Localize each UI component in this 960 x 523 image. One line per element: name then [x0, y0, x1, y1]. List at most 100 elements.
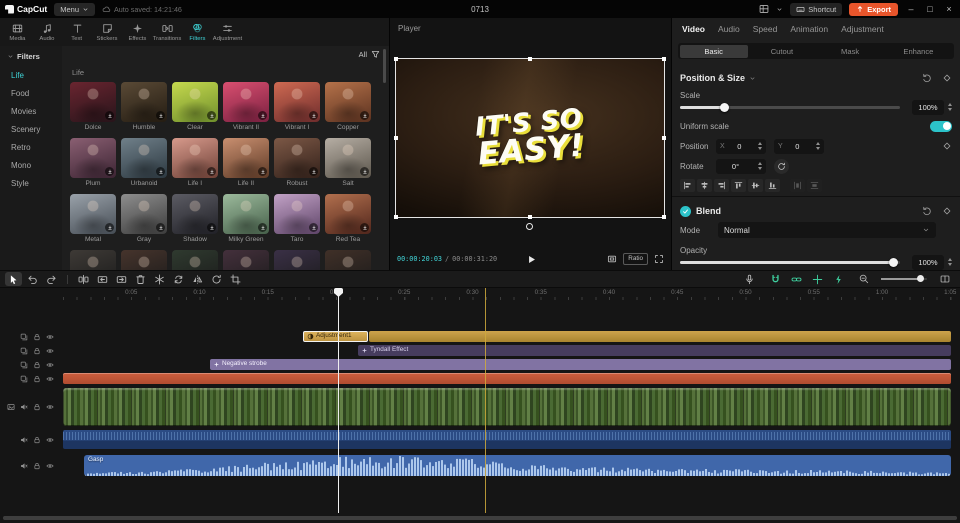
- menu-button[interactable]: Menu: [54, 3, 95, 16]
- rotate-handle[interactable]: [526, 223, 533, 230]
- position-x-input[interactable]: X 0: [716, 139, 766, 154]
- link-toggle[interactable]: [789, 273, 803, 285]
- track-6-eye-icon[interactable]: [46, 436, 54, 444]
- timeline-marker[interactable]: [485, 288, 486, 513]
- track-5-lock-icon[interactable]: [33, 403, 41, 411]
- download-icon[interactable]: [156, 111, 165, 120]
- track-2-layers-icon[interactable]: [20, 347, 28, 355]
- subtab-enhance[interactable]: Enhance: [884, 45, 952, 58]
- download-icon[interactable]: [207, 223, 216, 232]
- filter-thumb[interactable]: [70, 194, 116, 234]
- filter-thumb[interactable]: [274, 194, 320, 234]
- track-1-layers-icon[interactable]: [20, 333, 28, 341]
- filter-thumb[interactable]: [172, 194, 218, 234]
- blend-keyframe-icon[interactable]: [942, 206, 952, 216]
- position-keyframe-icon[interactable]: [942, 141, 952, 151]
- tab-text[interactable]: Text: [62, 23, 92, 42]
- track-5-cover-icon[interactable]: [7, 403, 15, 411]
- filter-thumb[interactable]: [70, 250, 116, 270]
- download-icon[interactable]: [309, 111, 318, 120]
- distribute-h-button[interactable]: [790, 179, 805, 192]
- clip-effect-tyndall[interactable]: Tyndall Effect: [358, 345, 951, 356]
- ratio-button[interactable]: Ratio: [623, 253, 648, 264]
- align-center-v-button[interactable]: [748, 179, 763, 192]
- tab-transitions[interactable]: Transitions: [152, 23, 182, 42]
- track-3-layers-icon[interactable]: [20, 361, 28, 369]
- media-scrollbar[interactable]: [383, 49, 386, 83]
- tab-filters[interactable]: Filters: [182, 23, 212, 42]
- delete-right-tool[interactable]: [113, 272, 130, 286]
- zoom-out-button[interactable]: [855, 272, 872, 286]
- selection-handle[interactable]: [394, 215, 398, 219]
- filter-thumb[interactable]: [121, 194, 167, 234]
- filter-thumb[interactable]: [121, 138, 167, 178]
- filter-thumb[interactable]: [172, 250, 218, 270]
- download-icon[interactable]: [105, 111, 114, 120]
- blend-checkbox[interactable]: [680, 206, 691, 217]
- filter-thumb[interactable]: [274, 138, 320, 178]
- track-7-mute-icon[interactable]: [20, 462, 28, 470]
- filter-thumb[interactable]: [223, 82, 269, 122]
- reverse-tool[interactable]: [170, 272, 187, 286]
- delete-left-tool[interactable]: [94, 272, 111, 286]
- preview-scale-icon[interactable]: [607, 254, 617, 264]
- track-7-eye-icon[interactable]: [46, 462, 54, 470]
- layout-caret-icon[interactable]: [776, 6, 783, 13]
- align-bottom-button[interactable]: [765, 179, 780, 192]
- download-icon[interactable]: [105, 167, 114, 176]
- tab-adjustment[interactable]: Adjustment: [212, 23, 242, 42]
- fullscreen-icon[interactable]: [654, 254, 664, 264]
- category-food[interactable]: Food: [0, 84, 62, 102]
- freeze-tool[interactable]: [151, 272, 168, 286]
- clip-adjustment1[interactable]: Adjustment1: [303, 331, 368, 342]
- layout-icon[interactable]: [759, 4, 769, 14]
- playhead-line[interactable]: [338, 288, 339, 513]
- filter-thumb[interactable]: [223, 138, 269, 178]
- opacity-stepper[interactable]: [948, 258, 952, 266]
- scale-value[interactable]: 100%: [912, 100, 944, 115]
- tab-stickers[interactable]: Stickers: [92, 23, 122, 42]
- filter-sort-button[interactable]: All: [359, 50, 380, 59]
- filter-thumb[interactable]: [223, 194, 269, 234]
- track-5-mute-icon[interactable]: [20, 403, 28, 411]
- rotate-dial-button[interactable]: [774, 159, 789, 174]
- selection-handle[interactable]: [662, 215, 666, 219]
- blend-reset-icon[interactable]: [922, 206, 932, 216]
- clip-text[interactable]: [63, 373, 951, 384]
- download-icon[interactable]: [156, 167, 165, 176]
- filter-thumb[interactable]: [121, 250, 167, 270]
- download-icon[interactable]: [309, 167, 318, 176]
- blend-mode-select[interactable]: Normal: [718, 222, 936, 238]
- download-icon[interactable]: [105, 223, 114, 232]
- align-top-button[interactable]: [731, 179, 746, 192]
- opacity-value[interactable]: 100%: [912, 255, 944, 270]
- clip-adjustment2[interactable]: [369, 331, 951, 342]
- uniform-scale-toggle[interactable]: [930, 121, 952, 132]
- filter-thumb[interactable]: [274, 250, 320, 270]
- track-5-eye-icon[interactable]: [46, 403, 54, 411]
- trash-tool[interactable]: [132, 272, 149, 286]
- subtab-basic[interactable]: Basic: [680, 45, 748, 58]
- download-icon[interactable]: [207, 167, 216, 176]
- category-retro[interactable]: Retro: [0, 138, 62, 156]
- mirror-tool[interactable]: [189, 272, 206, 286]
- collapse-caret-icon[interactable]: [749, 75, 756, 82]
- filters-sidebar-header[interactable]: Filters: [0, 46, 62, 66]
- category-life[interactable]: Life: [0, 66, 62, 84]
- download-icon[interactable]: [258, 111, 267, 120]
- filter-thumb[interactable]: [172, 82, 218, 122]
- selection-handle[interactable]: [662, 136, 666, 140]
- clip-video[interactable]: [63, 388, 951, 426]
- filter-thumb[interactable]: [325, 82, 371, 122]
- download-icon[interactable]: [360, 111, 369, 120]
- track-1-lock-icon[interactable]: [33, 333, 41, 341]
- category-movies[interactable]: Movies: [0, 102, 62, 120]
- rotate-input[interactable]: 0°: [716, 159, 766, 174]
- position-y-input[interactable]: Y 0: [774, 139, 824, 154]
- reset-icon[interactable]: [922, 73, 932, 83]
- close-button[interactable]: ×: [943, 4, 955, 14]
- scale-slider[interactable]: [680, 106, 900, 109]
- keyframe-icon[interactable]: [942, 73, 952, 83]
- filter-thumb[interactable]: [70, 82, 116, 122]
- filter-thumb[interactable]: [325, 138, 371, 178]
